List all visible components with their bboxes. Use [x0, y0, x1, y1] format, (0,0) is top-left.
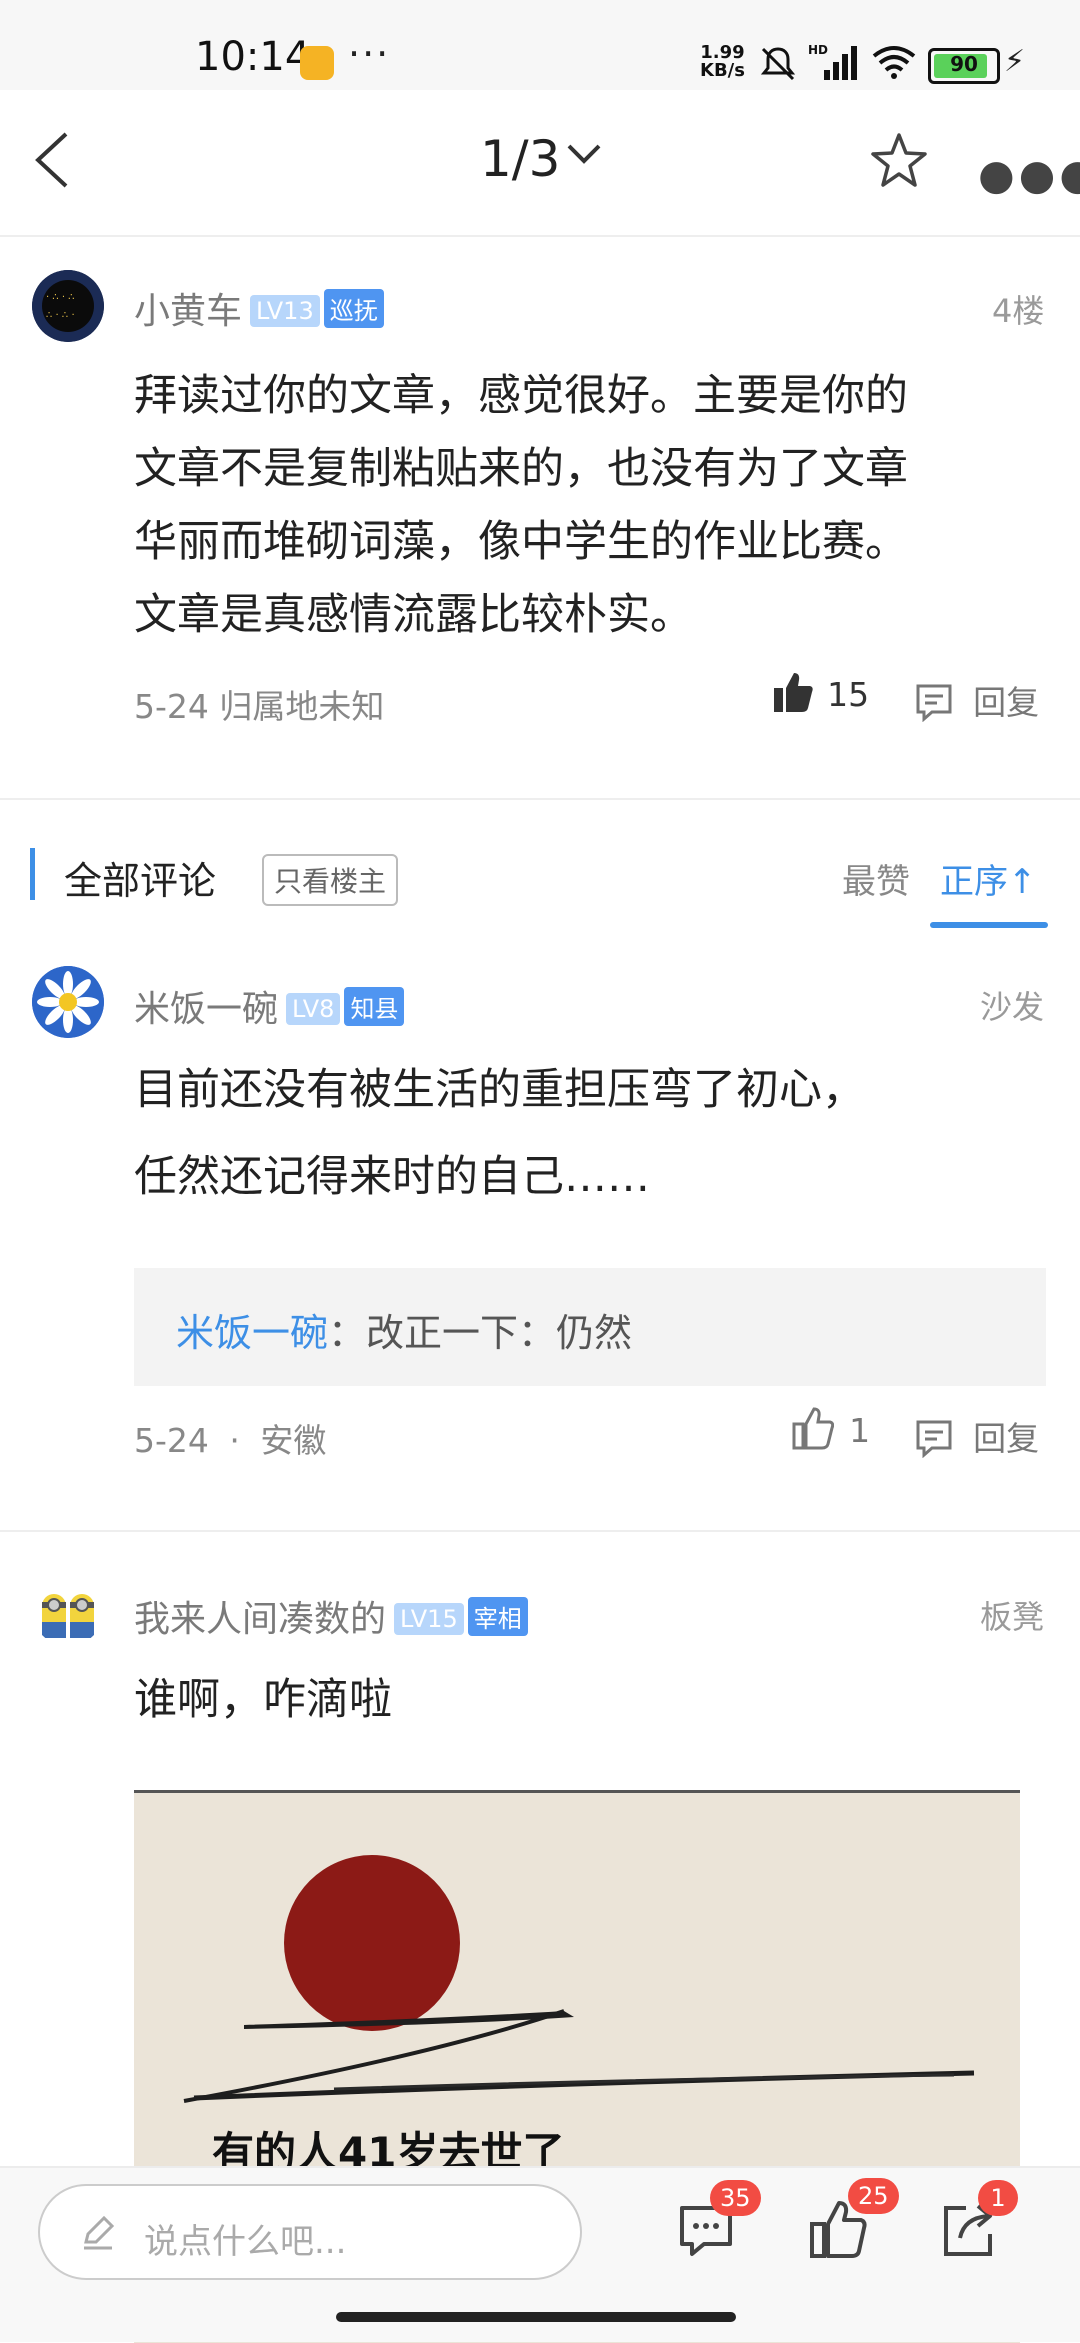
- level-badge: LV15: [394, 1603, 464, 1635]
- comment-icon: [916, 1420, 952, 1459]
- net-speed: 1.99 KB/s: [700, 44, 745, 80]
- top-navigation: 1/3 ●●●: [0, 90, 1080, 237]
- back-icon[interactable]: [28, 130, 76, 190]
- comment-location: 安徽: [260, 1421, 327, 1460]
- thumbs-up-filled-icon: [774, 673, 813, 712]
- divider: [0, 798, 1080, 800]
- comment-count-badge: 35: [710, 2180, 761, 2216]
- section-accent-bar: [30, 848, 35, 900]
- title-badge: 宰相: [467, 1597, 528, 1636]
- sub-reply-text: ：改正一下：仍然: [328, 1311, 633, 1355]
- meta-separator: ·: [229, 1421, 240, 1460]
- wifi-icon: [872, 46, 916, 79]
- level-badge: LV13: [250, 295, 320, 327]
- username[interactable]: 我来人间凑数的: [134, 1599, 386, 1640]
- post-header: 小黄车 LV13 巡抚: [134, 282, 384, 334]
- more-icon[interactable]: ●●●: [978, 150, 1080, 199]
- floor-label: 4楼: [992, 292, 1045, 330]
- sort-ascending-tab[interactable]: 正序↑: [940, 854, 1037, 903]
- comment-header: 我来人间凑数的 LV15 宰相: [134, 1590, 528, 1642]
- level-badge: LV8: [286, 993, 341, 1025]
- title-badge: 巡抚: [323, 289, 384, 328]
- post-line: 文章不是复制粘贴来的，也没有为了文章: [134, 444, 908, 494]
- svg-text:HD: HD: [808, 43, 828, 57]
- comment-meta: 5-24 · 安徽: [134, 1414, 326, 1462]
- sub-reply-user[interactable]: 米饭一碗: [176, 1311, 328, 1355]
- post-content: 拜读过你的文章，感觉很好。主要是你的 文章不是复制粘贴来的，也没有为了文章 华丽…: [134, 360, 1034, 652]
- hd-signal-icon: HD: [808, 43, 857, 80]
- comment-content: 目前还没有被生活的重担压弯了初心， 任然还记得来时的自己……: [134, 1054, 1034, 1214]
- app-notification-icon: [300, 46, 334, 80]
- section-title: 全部评论: [64, 859, 217, 903]
- post-reply-button[interactable]: 回复: [914, 676, 1039, 724]
- svg-text:∴ · ∴ ·: ∴ · ∴ ·: [46, 310, 75, 321]
- net-speed-unit: KB/s: [700, 60, 745, 81]
- post-line: 文章是真感情流露比较朴实。: [134, 590, 693, 640]
- mute-icon: [760, 47, 796, 81]
- username[interactable]: 米饭一碗: [134, 989, 278, 1030]
- comment-input[interactable]: 说点什么吧...: [38, 2184, 582, 2280]
- comment-input-placeholder: 说点什么吧...: [144, 2222, 347, 2262]
- status-bar: 10:14 ··· 1.99 KB/s HD 90 ⚡: [0, 0, 1080, 90]
- comments-button[interactable]: 35: [676, 2180, 761, 2264]
- avatar[interactable]: [32, 966, 104, 1038]
- floor-label: 板凳: [980, 1598, 1045, 1636]
- like-count-badge: 25: [848, 2178, 899, 2214]
- sub-reply-box[interactable]: 米饭一碗：改正一下：仍然: [134, 1268, 1046, 1386]
- like-count: 1: [849, 1411, 871, 1450]
- floor-label: 沙发: [980, 988, 1045, 1026]
- owner-only-button[interactable]: 只看楼主: [262, 854, 399, 906]
- post-line: 拜读过你的文章，感觉很好。主要是你的: [134, 371, 908, 421]
- share-button[interactable]: 1: [938, 2180, 1018, 2264]
- like-button[interactable]: 25: [808, 2178, 899, 2264]
- pencil-icon: [84, 2215, 115, 2250]
- status-time: 10:14: [195, 34, 311, 80]
- share-count-badge: 1: [978, 2180, 1018, 2216]
- comment-reply-button[interactable]: 回复: [914, 1412, 1039, 1460]
- star-icon[interactable]: [868, 130, 930, 192]
- comment-line: 任然还记得来时的自己……: [134, 1152, 650, 1202]
- reply-label: 回复: [973, 1419, 1040, 1458]
- username[interactable]: 小黄车: [134, 291, 242, 332]
- comment-like-button[interactable]: 1: [792, 1406, 870, 1450]
- post-like-button[interactable]: 15: [772, 670, 869, 714]
- comment-date: 5-24: [134, 1421, 209, 1460]
- reply-label: 回复: [973, 683, 1040, 722]
- home-indicator[interactable]: [336, 2312, 736, 2322]
- battery-level: 90: [950, 52, 978, 76]
- avatar[interactable]: · ∴ · ∴ ∴ · ∴ ·: [32, 270, 104, 342]
- avatar[interactable]: [32, 1574, 104, 1646]
- like-count: 15: [827, 675, 870, 714]
- sort-by-likes-tab[interactable]: 最赞: [842, 854, 910, 903]
- status-more: ···: [348, 32, 391, 76]
- title-badge: 知县: [344, 987, 405, 1026]
- comment-line: 目前还没有被生活的重担压弯了初心，: [134, 1065, 865, 1115]
- post-line: 华丽而堆砌词藻，像中学生的作业比赛。: [134, 517, 908, 567]
- battery-icon: 90: [928, 48, 1000, 84]
- charging-icon: ⚡: [1004, 44, 1026, 79]
- comment-header: 米饭一碗 LV8 知县: [134, 980, 405, 1032]
- divider: [0, 1530, 1080, 1532]
- comment-content: 谁啊，咋滴啦: [134, 1675, 392, 1725]
- chevron-down-icon[interactable]: [566, 142, 602, 166]
- sub-reply: 米饭一碗：改正一下：仍然: [176, 1302, 632, 1357]
- comment-icon: [916, 684, 952, 723]
- svg-text:· ∴ · ∴: · ∴ · ∴: [46, 292, 75, 303]
- page-indicator[interactable]: 1/3: [480, 130, 560, 188]
- thumbs-up-icon: [792, 1407, 835, 1450]
- post-meta: 5-24 归属地未知: [134, 687, 385, 726]
- active-tab-underline: [930, 922, 1048, 928]
